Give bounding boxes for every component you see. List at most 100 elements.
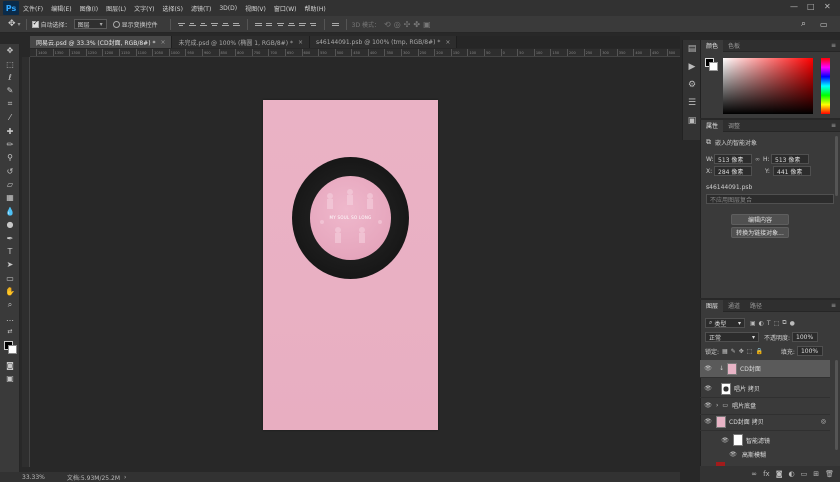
lasso-tool-icon[interactable]: ℓ [0,71,20,84]
visibility-eye-icon[interactable]: 👁 [728,451,738,458]
distribute-bottom-icon[interactable] [276,20,285,29]
add-mask-icon[interactable]: ◙ [776,470,783,478]
background-swatch[interactable] [709,62,718,71]
more-tools-icon[interactable]: … [0,312,20,325]
dodge-tool-icon[interactable]: ● [0,218,20,231]
lock-position-icon[interactable]: ✥ [739,348,744,355]
lock-artboard-icon[interactable]: ⬚ [747,348,753,355]
maximize-button[interactable]: □ [807,2,815,11]
tab-adjustments[interactable]: 调整 [723,121,745,130]
history-brush-tool-icon[interactable]: ↺ [0,165,20,178]
gradient-tool-icon[interactable]: ▦ [0,191,20,204]
tab-properties[interactable]: 属性 [701,119,724,132]
eraser-tool-icon[interactable]: ▱ [0,178,20,191]
tab-channels[interactable]: 通道 [723,301,745,310]
close-button[interactable]: ✕ [824,2,831,11]
color-swatches[interactable] [0,339,20,359]
menu-3d[interactable]: 3D(D) [219,5,237,12]
expand-arrow-icon[interactable]: › [716,402,718,409]
zoom-level[interactable]: 33.33% [22,474,45,481]
layer-name[interactable]: 唱片 拷贝 [734,384,760,393]
tab-layers[interactable]: 图层 [701,299,724,312]
menu-layer[interactable]: 图层(L) [106,4,126,13]
layer-comp-select[interactable]: 不应用图层复合 [706,194,834,204]
link-layers-icon[interactable]: ∞ [751,470,757,478]
visibility-eye-icon[interactable]: 👁 [703,402,713,409]
filter-smart-icon[interactable]: ⧉ [782,319,786,327]
adjustment-layer-icon[interactable]: ◐ [789,470,795,478]
3d-roll-icon[interactable]: ◎ [394,20,401,29]
hue-slider[interactable] [821,58,830,114]
x-field[interactable]: 284 像素 [714,166,752,176]
menu-image[interactable]: 图像(I) [80,4,98,13]
menu-view[interactable]: 视图(V) [245,4,266,13]
healing-tool-icon[interactable]: ✚ [0,124,20,137]
align-right-icon[interactable] [232,20,241,29]
adjustments-icon[interactable]: ⚙ [683,76,701,94]
workspace-icon[interactable]: ▭ [820,20,828,29]
layer-filter-select[interactable]: ⌕ 类型 ▾ [705,318,745,328]
panel-menu-icon[interactable]: ≡ [831,42,836,49]
y-field[interactable]: 441 像素 [773,166,811,176]
visibility-eye-icon[interactable]: 👁 [703,385,713,392]
quick-mask-icon[interactable]: ◙ [0,359,20,372]
blend-mode-select[interactable]: 正常 ▾ [705,332,759,342]
zoom-tool-icon[interactable]: ⌕ [0,298,20,311]
menu-help[interactable]: 帮助(H) [305,4,326,13]
filter-type-icon[interactable]: T [767,320,771,327]
distribute-vcenter-icon[interactable] [265,20,274,29]
color-field[interactable] [723,58,813,114]
filter-pixel-icon[interactable]: ▣ [750,320,756,327]
filter-toggle-icon[interactable]: ● [790,320,795,327]
close-icon[interactable]: × [160,39,165,46]
opacity-field[interactable]: 100% [792,332,819,342]
blur-tool-icon[interactable]: 💧 [0,205,20,218]
visibility-eye-icon[interactable]: 👁 [703,365,713,372]
search-icon[interactable]: ⌕ [801,19,806,29]
lock-all-icon[interactable]: 🔒 [755,348,762,355]
layer-row-cd-cover[interactable]: 👁 ↓ CD封面 [700,360,830,378]
filter-shape-icon[interactable]: ⬚ [774,320,780,327]
tab-swatches[interactable]: 色板 [723,41,745,50]
type-tool-icon[interactable]: T [0,245,20,258]
link-icon[interactable]: ∞ [755,156,760,163]
menu-filter[interactable]: 滤镜(T) [191,4,211,13]
align-vcenter-icon[interactable] [188,20,197,29]
convert-to-linked-button[interactable]: 转换为链接对象... [731,227,789,238]
3d-rotate-icon[interactable]: ⟲ [384,20,391,29]
auto-align-icon[interactable] [331,20,340,29]
shape-tool-icon[interactable]: ▭ [0,272,20,285]
screen-mode-icon[interactable]: ▣ [0,372,20,385]
move-tool-icon[interactable]: ✥ [8,19,16,29]
minimize-button[interactable]: — [790,2,798,11]
close-icon[interactable]: × [298,39,303,46]
layer-style-icon[interactable]: fx [763,470,770,478]
tab-document-1[interactable]: 网易云.psd @ 33.3% (CD封面, RGB/8#) * × [30,36,173,48]
tab-paths[interactable]: 路径 [745,301,767,310]
distribute-hcenter-icon[interactable] [298,20,307,29]
layer-name[interactable]: CD封面 [740,364,761,373]
layer-name[interactable]: CD封面 拷贝 [729,417,764,426]
record-label-image[interactable]: MY SOUL SO LONG [310,176,391,260]
align-hcenter-icon[interactable] [221,20,230,29]
fill-field[interactable]: 100% [796,346,823,356]
quick-select-tool-icon[interactable]: ✎ [0,84,20,97]
layer-row-gaussian-blur[interactable]: 👁 高斯模糊 [700,447,830,461]
pen-tool-icon[interactable]: ✒ [0,231,20,244]
filter-adjust-icon[interactable]: ◐ [759,320,764,327]
3d-scale-icon[interactable]: ▣ [423,20,431,29]
menu-type[interactable]: 文字(Y) [134,4,154,13]
align-bottom-icon[interactable] [199,20,208,29]
close-icon[interactable]: × [445,39,450,46]
libraries-icon[interactable]: ▣ [683,112,701,130]
brush-tool-icon[interactable]: ✏ [0,138,20,151]
chevron-right-icon[interactable]: › [124,474,126,481]
swap-colors-icon[interactable]: ⇄ [0,325,20,338]
align-top-icon[interactable] [177,20,186,29]
lock-image-icon[interactable]: ✎ [731,348,736,355]
layers-scrollbar[interactable] [835,360,838,450]
stamp-tool-icon[interactable]: ⚲ [0,151,20,164]
tab-color[interactable]: 颜色 [701,39,724,52]
layer-row-cd-cover-copy[interactable]: 👁 CD封面 拷贝 ◎ [700,413,830,431]
history-icon[interactable]: ▤ [683,40,701,58]
